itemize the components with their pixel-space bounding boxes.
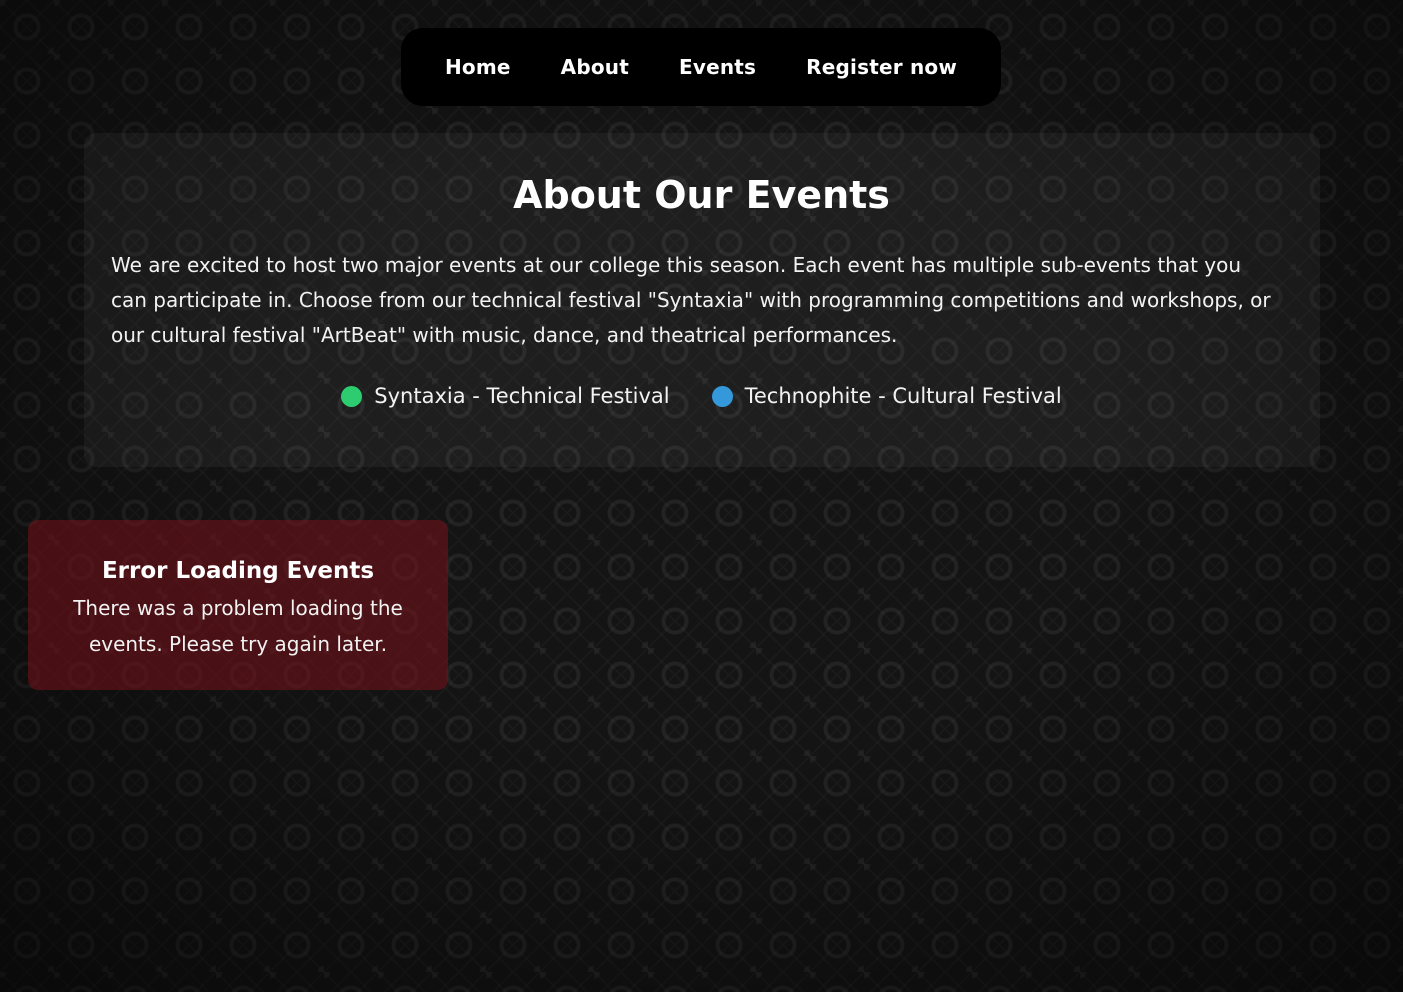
legend-item-syntaxia: Syntaxia - Technical Festival xyxy=(341,380,670,412)
error-message: There was a problem loading the events. … xyxy=(73,596,403,656)
about-title: About Our Events xyxy=(513,173,890,217)
legend-label-syntaxia: Syntaxia - Technical Festival xyxy=(374,384,670,408)
nav-link-about[interactable]: About xyxy=(561,55,629,79)
green-dot-icon xyxy=(341,385,363,407)
nav-link-register-now[interactable]: Register now xyxy=(806,55,957,79)
about-description: We are excited to host two major events … xyxy=(111,253,1271,347)
legend-label-technophite: Technophite - Cultural Festival xyxy=(744,384,1062,408)
error-title: Error Loading Events xyxy=(101,558,375,584)
blue-dot-icon xyxy=(711,385,733,407)
legend-item-technophite: Technophite - Cultural Festival xyxy=(711,380,1062,412)
nav-link-events[interactable]: Events xyxy=(679,55,756,79)
nav-link-home[interactable]: Home xyxy=(445,55,511,79)
main-navbar: Home About Events Register now xyxy=(401,28,1001,106)
festival-legend: Syntaxia - Technical Festival Technophit… xyxy=(0,380,1403,412)
error-loading-events-card: Error Loading Events There was a problem… xyxy=(28,520,448,690)
